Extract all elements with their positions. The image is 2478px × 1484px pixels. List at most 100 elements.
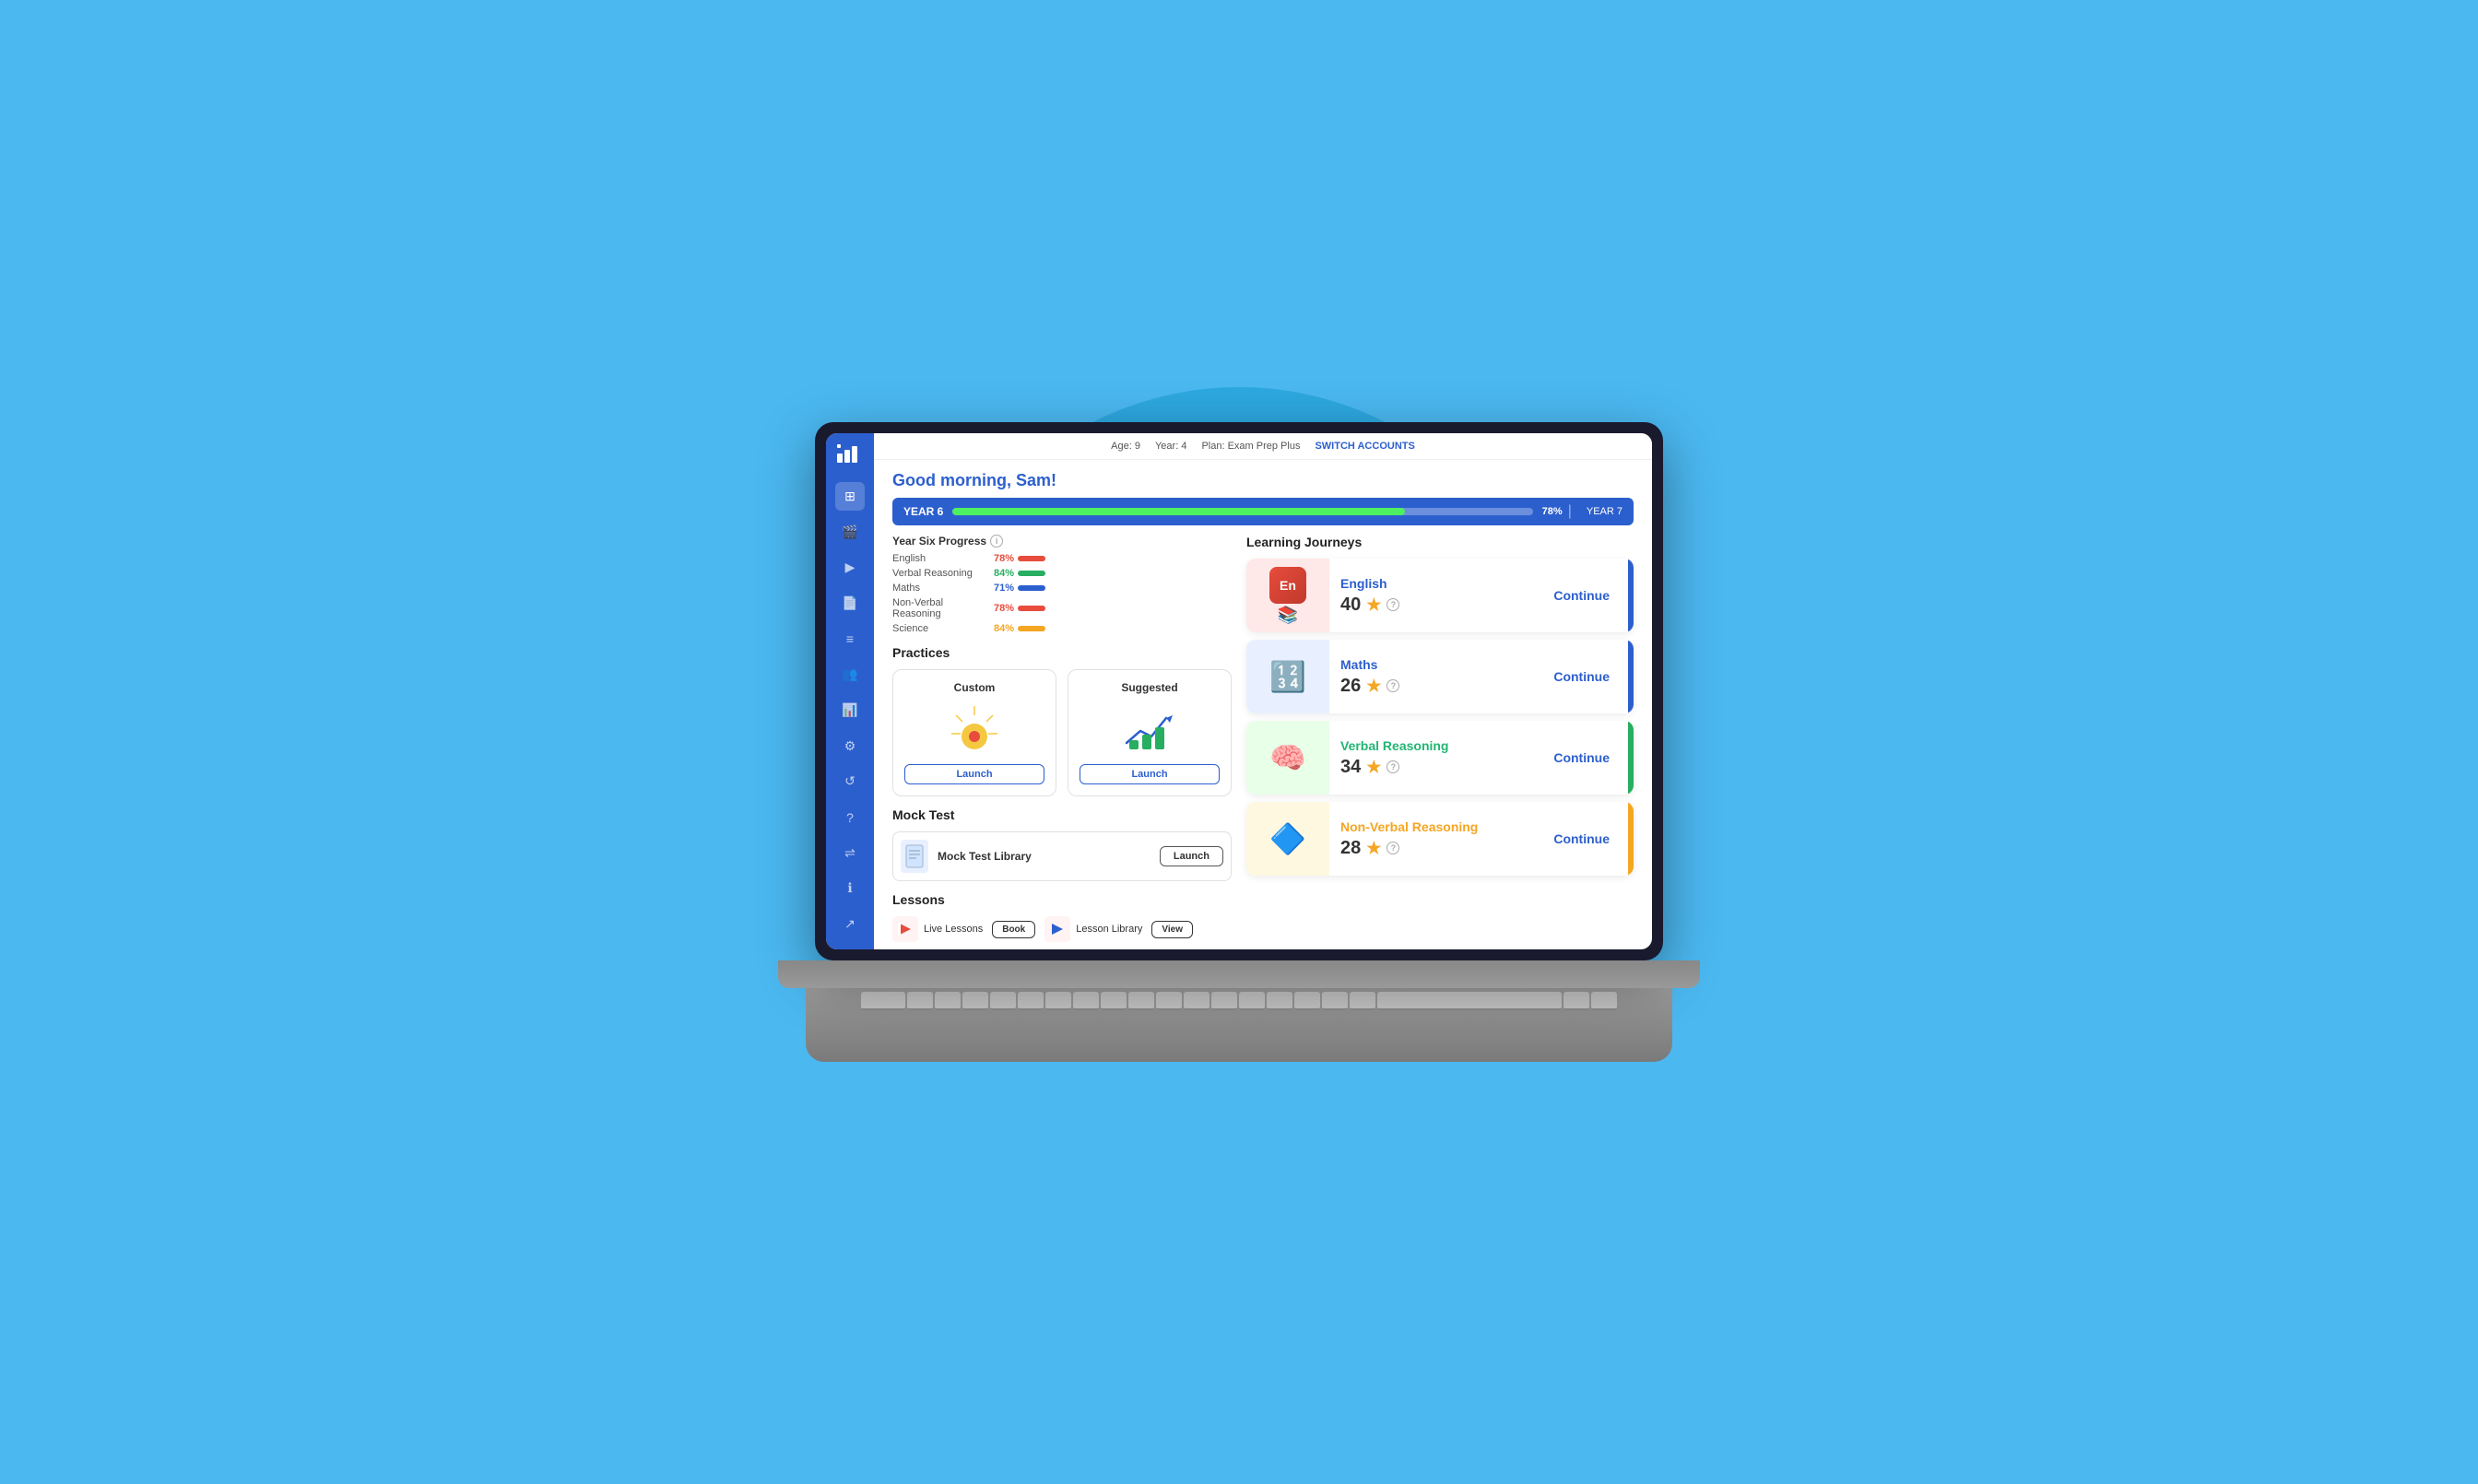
key-y: [1045, 992, 1071, 1010]
key-w: [935, 992, 961, 1010]
verbal-continue-button[interactable]: Continue: [1535, 750, 1628, 765]
suggested-icon: [1122, 701, 1177, 757]
suggested-practice-card: Suggested: [1068, 669, 1232, 796]
sidebar-icon-info[interactable]: ℹ: [835, 875, 865, 903]
progress-maths: Maths 71%: [892, 583, 1232, 594]
progress-bar-fill: [952, 508, 1405, 515]
english-accent: [1628, 559, 1634, 632]
key-q: [907, 992, 933, 1010]
key-o: [1128, 992, 1154, 1010]
sidebar-icon-video[interactable]: 🎬: [835, 518, 865, 547]
logo: [837, 444, 863, 467]
mock-test-icon: [901, 840, 928, 873]
key-r: [990, 992, 1016, 1010]
english-continue-button[interactable]: Continue: [1535, 588, 1628, 603]
maths-info: Maths 26 ★ ?: [1329, 648, 1535, 706]
left-column: Year Six Progress i English 78% Verbal R…: [892, 535, 1232, 949]
book-button[interactable]: Book: [992, 921, 1035, 938]
sidebar-icon-doc[interactable]: 📄: [835, 589, 865, 618]
key-e: [962, 992, 988, 1010]
nonverbal-star: ★: [1366, 839, 1381, 858]
two-col-layout: Year Six Progress i English 78% Verbal R…: [892, 535, 1634, 949]
nonverbal-continue-button[interactable]: Continue: [1535, 831, 1628, 846]
nonverbal-accent: [1628, 802, 1634, 876]
custom-launch-button[interactable]: Launch: [904, 764, 1044, 784]
sidebar-icon-play[interactable]: ▶: [835, 553, 865, 582]
keyboard-keys: [806, 992, 1672, 1010]
lesson-library-label: Lesson Library: [1076, 924, 1142, 935]
verbal-accent: [1628, 721, 1634, 795]
sidebar-icon-transfer[interactable]: ⇌: [835, 839, 865, 867]
lesson-library-icon: [1044, 916, 1070, 942]
key-space: [1377, 992, 1562, 1010]
content-scroll: YEAR 6 78% | YEAR 7: [874, 498, 1652, 949]
sidebar-icon-home[interactable]: ⊞: [835, 482, 865, 511]
progress-info-icon[interactable]: i: [990, 535, 1003, 548]
year-six-progress: Year Six Progress i English 78% Verbal R…: [892, 535, 1232, 634]
english-subject: English: [1340, 576, 1524, 591]
age-info: Age: 9: [1111, 441, 1140, 452]
progress-verbal: Verbal Reasoning 84%: [892, 568, 1232, 579]
mock-library-label: Mock Test Library: [938, 850, 1150, 863]
mock-launch-button[interactable]: Launch: [1160, 846, 1223, 866]
verbal-score: 34 ★ ?: [1340, 757, 1524, 778]
key-f: [1267, 992, 1292, 1010]
key-j: [1350, 992, 1375, 1010]
english-thumb: En 📚: [1246, 559, 1329, 632]
maths-subject: Maths: [1340, 657, 1524, 672]
sidebar-icon-help[interactable]: ?: [835, 803, 865, 831]
nonverbal-info-icon[interactable]: ?: [1386, 842, 1399, 854]
sidebar-icon-refresh[interactable]: ↺: [835, 768, 865, 796]
key-h: [1322, 992, 1348, 1010]
keyboard-base: [806, 988, 1672, 1062]
sidebar-icon-export[interactable]: ↗: [835, 910, 865, 938]
english-info-icon[interactable]: ?: [1386, 598, 1399, 611]
key-p: [1156, 992, 1182, 1010]
maths-info-icon[interactable]: ?: [1386, 679, 1399, 692]
greeting-name: Sam!: [1016, 471, 1056, 489]
progress-english: English 78%: [892, 553, 1232, 564]
nonverbal-subject: Non-Verbal Reasoning: [1340, 819, 1524, 834]
journey-card-verbal: 🧠 Verbal Reasoning 34 ★ ?: [1246, 721, 1634, 795]
suggested-label: Suggested: [1121, 681, 1177, 694]
top-bar: Age: 9 Year: 4 Plan: Exam Prep Plus SWIT…: [874, 433, 1652, 460]
nonverbal-score: 28 ★ ?: [1340, 838, 1524, 859]
maths-accent: [1628, 640, 1634, 713]
journey-card-nonverbal: 🔷 Non-Verbal Reasoning 28 ★ ?: [1246, 802, 1634, 876]
lesson-library-item: Lesson Library: [1044, 916, 1142, 942]
lessons-row: Live Lessons Book Lesson Libr: [892, 916, 1232, 942]
progress-bar-track: [952, 508, 1532, 515]
main-content: Age: 9 Year: 4 Plan: Exam Prep Plus SWIT…: [874, 433, 1652, 949]
journey-card-maths: 🔢 Maths 26 ★ ? C: [1246, 640, 1634, 713]
english-score: 40 ★ ?: [1340, 595, 1524, 616]
journey-card-english: En 📚 English 40 ★ ?: [1246, 559, 1634, 632]
progress-section-title: Year Six Progress i: [892, 535, 1232, 548]
verbal-info-icon[interactable]: ?: [1386, 760, 1399, 773]
lessons-title: Lessons: [892, 892, 1232, 907]
sidebar: ⊞ 🎬 ▶ 📄 ≡ 👥 📊 ⚙ ↺ ? ⇌ ℹ ↗: [826, 433, 874, 949]
practices-title: Practices: [892, 645, 1232, 660]
maths-thumb: 🔢: [1246, 640, 1329, 713]
sidebar-icon-list[interactable]: ≡: [835, 625, 865, 654]
sidebar-icon-users[interactable]: 👥: [835, 660, 865, 689]
plan-info: Plan: Exam Prep Plus: [1201, 441, 1300, 452]
key-t: [1018, 992, 1044, 1010]
verbal-info: Verbal Reasoning 34 ★ ?: [1329, 729, 1535, 787]
english-icon: En: [1269, 567, 1306, 604]
year-info: Year: 4: [1155, 441, 1186, 452]
next-year-label: YEAR 7: [1587, 506, 1622, 517]
sidebar-icon-chart[interactable]: 📊: [835, 696, 865, 724]
english-info: English 40 ★ ?: [1329, 567, 1535, 625]
right-column: Learning Journeys En 📚: [1246, 535, 1634, 949]
suggested-launch-button[interactable]: Launch: [1080, 764, 1220, 784]
custom-practice-card: Custom: [892, 669, 1056, 796]
sidebar-icon-settings[interactable]: ⚙: [835, 732, 865, 760]
current-year-label: YEAR 6: [903, 505, 943, 518]
maths-continue-button[interactable]: Continue: [1535, 669, 1628, 684]
switch-accounts-button[interactable]: SWITCH ACCOUNTS: [1315, 441, 1414, 452]
mock-test-title: Mock Test: [892, 807, 1232, 822]
view-button[interactable]: View: [1151, 921, 1193, 938]
key-g: [1294, 992, 1320, 1010]
live-lessons-item: Live Lessons: [892, 916, 983, 942]
nonverbal-info: Non-Verbal Reasoning 28 ★ ?: [1329, 810, 1535, 868]
